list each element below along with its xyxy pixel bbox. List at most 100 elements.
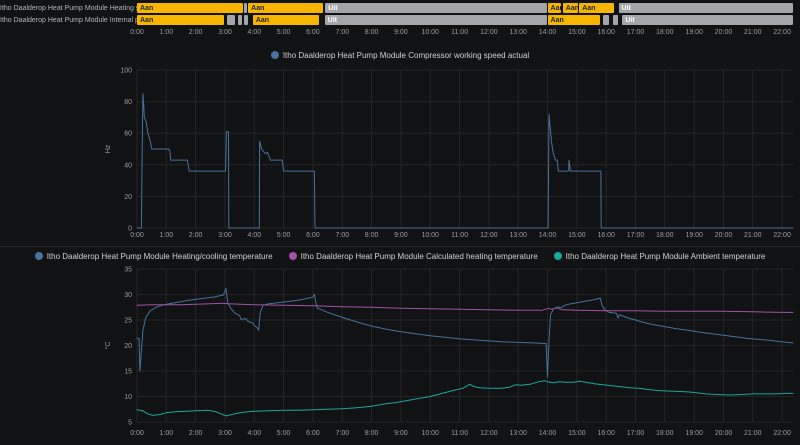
timeline-segment-on[interactable]: Aan: [547, 3, 562, 13]
x-tick-label: 11:00: [451, 232, 468, 239]
x-tick-label: 20:00: [715, 29, 733, 36]
x-tick-label: 8:00: [365, 232, 379, 239]
timeline-row-label: Itho Daalderop Heat Pump Module Internal…: [0, 17, 173, 24]
x-tick-label: 5:00: [277, 430, 291, 437]
x-tick-label: 0:00: [130, 232, 144, 239]
x-tick-label: 17:00: [627, 430, 645, 437]
x-tick-label: 6:00: [306, 430, 320, 437]
x-tick-label: 14:00: [539, 232, 557, 239]
x-tick-label: 9:00: [394, 430, 408, 437]
charts-canvas: 0:00 1:00 2:00 3:00 4:00 5:00 6:00 7:00 8:00 9:00…: [104, 29, 794, 437]
x-tick-label: 0:00: [130, 29, 144, 36]
x-tick-label: 8:00: [365, 29, 379, 36]
timeline-segment-off[interactable]: [237, 15, 242, 25]
timeline-track: AanAanUitAanAanAanUit: [137, 3, 793, 13]
x-tick-label: 17:00: [627, 29, 645, 36]
timeline-row-internal-pump: Itho Daalderop Heat Pump Module Internal…: [0, 15, 800, 25]
timeline-segment-on[interactable]: Aan: [547, 15, 600, 25]
x-tick-label: 20:00: [715, 232, 733, 239]
timeline-segment-off[interactable]: [227, 15, 235, 25]
legend-label: Itho Daalderop Heat Pump Module Calculat…: [300, 251, 538, 261]
y-tick-label: 35: [124, 267, 132, 274]
legend-item[interactable]: Itho Daalderop Heat Pump Module Calculat…: [288, 251, 538, 261]
timeline-row-label: Itho Daalderop Heat Pump Module Heating …: [0, 5, 156, 12]
x-tick-label: 13:00: [509, 430, 527, 437]
legend-item[interactable]: Itho Daalderop Heat Pump Module Compress…: [270, 51, 529, 60]
legend-item[interactable]: Itho Daalderop Heat Pump Module Ambient …: [553, 251, 766, 261]
x-tick-label: 22:00: [773, 430, 791, 437]
timeline-segment-off[interactable]: [613, 15, 618, 25]
x-tick-label: 18:00: [656, 232, 674, 239]
x-tick-label: 10:00: [421, 232, 439, 239]
x-tick-label: 18:00: [656, 29, 674, 36]
x-tick-label: 16:00: [597, 232, 615, 239]
x-tick-label: 3:00: [218, 232, 232, 239]
x-tick-label: 10:00: [421, 430, 439, 437]
legend-dot-icon: [553, 252, 562, 260]
timeline-segment-off[interactable]: Uit: [622, 15, 793, 25]
compressor-chart-legend: Itho Daalderop Heat Pump Module Compress…: [0, 49, 800, 61]
timeline-segment-on[interactable]: Aan: [562, 3, 578, 13]
y-axis-unit-label: Hz: [105, 144, 112, 153]
x-tick-label: 12:00: [480, 232, 498, 239]
x-tick-label: 15:00: [568, 430, 586, 437]
legend-item[interactable]: Itho Daalderop Heat Pump Module Heating/…: [34, 251, 273, 261]
x-tick-label: 22:00: [773, 232, 791, 239]
x-tick-label: 6:00: [306, 29, 320, 36]
x-tick-label: 14:00: [539, 29, 557, 36]
x-tick-label: 5:00: [277, 29, 291, 36]
y-tick-label: 5: [128, 420, 132, 427]
temperature-chart-legend: Itho Daalderop Heat Pump Module Heating/…: [0, 250, 800, 262]
timeline-segment-on[interactable]: Aan: [252, 15, 320, 25]
x-tick-label: 3:00: [218, 430, 232, 437]
x-tick-label: 1:00: [159, 29, 173, 36]
x-tick-label: 12:00: [480, 430, 498, 437]
x-tick-label: 9:00: [394, 232, 408, 239]
y-tick-label: 10: [124, 394, 132, 401]
y-tick-label: 80: [124, 99, 132, 106]
timeline-segment-off[interactable]: [244, 15, 248, 25]
timeline-segment-on[interactable]: Aan: [137, 15, 224, 25]
x-tick-label: 15:00: [568, 29, 586, 36]
x-tick-label: 7:00: [335, 232, 349, 239]
legend-label: Itho Daalderop Heat Pump Module Heating/…: [46, 251, 273, 261]
timeline-segment-off[interactable]: Uit: [325, 3, 547, 13]
timeline-segment-on[interactable]: Aan: [579, 3, 615, 13]
x-tick-label: 5:00: [277, 232, 291, 239]
x-tick-label: 19:00: [685, 29, 703, 36]
legend-dot-icon: [288, 252, 297, 260]
x-tick-label: 21:00: [744, 232, 762, 239]
x-tick-label: 6:00: [306, 232, 320, 239]
legend-dot-icon: [34, 252, 43, 260]
legend-dot-icon: [270, 51, 279, 59]
x-tick-label: 2:00: [189, 29, 203, 36]
x-tick-label: 9:00: [394, 29, 408, 36]
x-tick-label: 19:00: [685, 430, 703, 437]
x-tick-label: 12:00: [480, 29, 498, 36]
x-tick-label: 11:00: [451, 430, 468, 437]
timeline-segment-on[interactable]: Aan: [248, 3, 323, 13]
x-tick-label: 1:00: [159, 232, 173, 239]
x-tick-label: 4:00: [247, 232, 261, 239]
x-tick-label: 13:00: [509, 232, 527, 239]
timeline-segment-off[interactable]: [603, 15, 610, 25]
timeline-row-heating-switch: Itho Daalderop Heat Pump Module Heating …: [0, 3, 800, 13]
timeline-segment-off[interactable]: [244, 3, 248, 13]
y-tick-label: 25: [124, 318, 132, 325]
legend-label: Itho Daalderop Heat Pump Module Ambient …: [565, 251, 766, 261]
history-dashboard: 0:00 1:00 2:00 3:00 4:00 5:00 6:00 7:00 8:00 9:00…: [0, 0, 800, 445]
x-tick-label: 4:00: [247, 29, 261, 36]
timeline-segment-on[interactable]: Aan: [137, 3, 244, 13]
y-tick-label: 20: [124, 343, 132, 350]
x-tick-label: 11:00: [451, 29, 468, 36]
x-tick-label: 7:00: [335, 29, 349, 36]
x-tick-label: 0:00: [130, 430, 144, 437]
timeline-segment-off[interactable]: Uit: [324, 15, 547, 25]
x-tick-label: 2:00: [189, 430, 203, 437]
x-tick-label: 21:00: [744, 29, 762, 36]
x-tick-label: 17:00: [627, 232, 645, 239]
timeline-segment-off[interactable]: Uit: [618, 3, 793, 13]
x-tick-label: 16:00: [597, 430, 615, 437]
timeline-track: Aan Aan Uit Aan Uit: [137, 15, 793, 25]
x-tick-label: 3:00: [218, 29, 232, 36]
